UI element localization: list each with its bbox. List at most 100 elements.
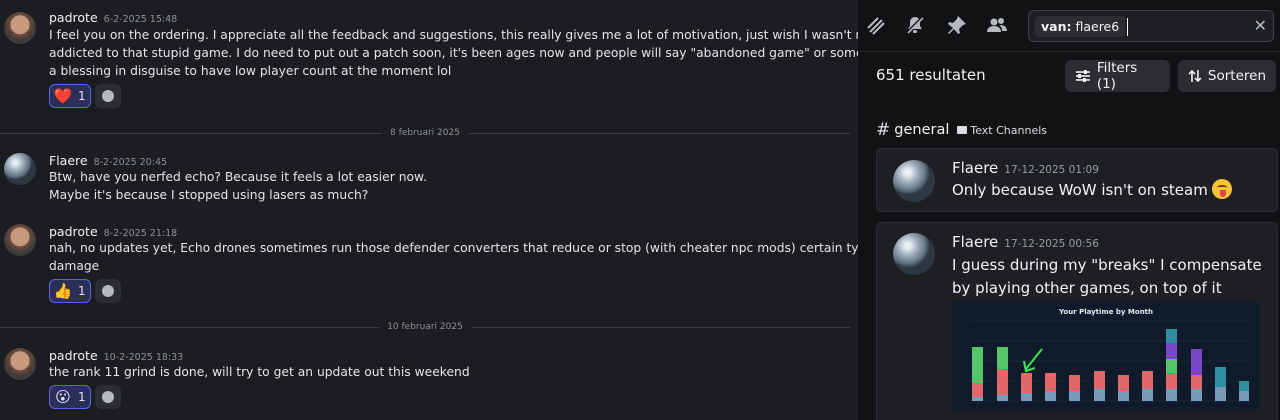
smile-icon — [102, 90, 114, 102]
add-reaction-button[interactable] — [95, 385, 121, 409]
sort-button[interactable]: Sorteren — [1178, 60, 1276, 92]
mute-icon[interactable] — [904, 14, 926, 36]
thumbs-up-icon: 👍 — [53, 281, 73, 300]
result-header: Flaere 17-12-2025 01:09 — [952, 159, 1099, 177]
filters-button[interactable]: Filters (1) — [1065, 60, 1170, 92]
reaction-count: 1 — [78, 390, 86, 404]
channel-name: general — [894, 122, 950, 138]
author-name[interactable]: Flaere — [49, 153, 88, 168]
reactions: ❤️ 1 — [49, 84, 121, 108]
threads-icon[interactable] — [864, 14, 886, 36]
result-text: I guess during my "breaks" I compensate … — [952, 254, 1262, 300]
reaction-count: 1 — [78, 89, 86, 103]
smile-icon — [102, 391, 114, 403]
message: Flaere 8-2-2025 20:45 Btw, have you nerfe… — [0, 151, 850, 207]
add-reaction-button[interactable] — [95, 279, 121, 303]
category-label: Text Channels — [970, 123, 1048, 137]
reaction-count: 1 — [78, 284, 86, 298]
results-count: 651 resultaten — [876, 66, 986, 84]
avatar[interactable] — [4, 153, 36, 185]
reaction-surprised[interactable]: 😮 1 — [49, 385, 91, 409]
author-name[interactable]: padrote — [49, 348, 98, 363]
reaction-heart[interactable]: ❤️ 1 — [49, 84, 91, 108]
text-caret — [1127, 18, 1128, 36]
message: padrote 8-2-2025 21:18 nah, no updates ye… — [0, 222, 858, 307]
close-icon[interactable]: ✕ — [1254, 18, 1267, 34]
chat-pane: padrote 6-2-2025 15:48 I feel you on the … — [0, 0, 858, 420]
search-result[interactable]: Flaere 17-12-2025 00:56 I guess during my… — [876, 222, 1278, 420]
reaction-thumbs-up[interactable]: 👍 1 — [49, 279, 91, 303]
sliders-icon — [1075, 70, 1090, 82]
channel-category: Text Channels — [957, 124, 1047, 137]
timestamp: 17-12-2025 00:56 — [1004, 238, 1099, 250]
date-divider: 10 februari 2025 — [0, 322, 850, 332]
reactions: 👍 1 — [49, 279, 121, 303]
members-icon[interactable] — [986, 14, 1008, 36]
search-input[interactable]: van: flaere6 ✕ — [1028, 10, 1274, 42]
message-line: Maybe it's because I stopped using laser… — [49, 188, 369, 202]
filter-value: flaere6 — [1075, 19, 1120, 34]
sort-label: Sorteren — [1207, 68, 1266, 84]
sort-icon — [1188, 69, 1202, 83]
message: padrote 10-2-2025 18:33 the rank 11 grind… — [0, 346, 850, 416]
author-name[interactable]: Flaere — [952, 159, 998, 177]
add-reaction-button[interactable] — [95, 84, 121, 108]
image-attachment[interactable]: Your Playtime by Month — [952, 301, 1260, 411]
message-line: addicted to that stupid game. I do need … — [49, 46, 858, 60]
divider-label: 10 februari 2025 — [379, 322, 471, 332]
author-name[interactable]: padrote — [49, 10, 98, 25]
timestamp: 8-2-2025 20:45 — [93, 157, 168, 168]
hashtag-icon: # — [876, 120, 891, 140]
search-pane: van: flaere6 ✕ 651 resultaten Filters (1… — [858, 0, 1280, 420]
folder-icon — [957, 126, 968, 134]
avatar[interactable] — [893, 233, 935, 275]
reactions: 😮 1 — [49, 385, 121, 409]
message-body: Btw, have you nerfed echo? Because it fe… — [49, 168, 839, 204]
message-header: Flaere 8-2-2025 20:45 — [49, 153, 167, 168]
date-divider: 8 februari 2025 — [0, 128, 850, 138]
attachment-title: Your Playtime by Month — [1058, 308, 1154, 316]
search-filter-chip[interactable]: van: flaere6 — [1035, 16, 1126, 37]
message-line: I feel you on the ordering. I appreciate… — [49, 28, 858, 42]
pin-icon[interactable] — [946, 14, 968, 36]
message-line: nah, no updates yet, Echo drones sometim… — [49, 241, 858, 255]
avatar[interactable] — [4, 12, 36, 44]
message-line: Only because WoW isn't on steam — [952, 181, 1208, 199]
search-toolbar: van: flaere6 ✕ — [858, 0, 1280, 52]
heart-icon: ❤️ — [53, 86, 73, 105]
message-body: the rank 11 grind is done, will try to g… — [49, 363, 839, 381]
filter-prefix: van: — [1041, 19, 1072, 34]
search-result[interactable]: Flaere 17-12-2025 01:09 Only because WoW … — [876, 148, 1278, 212]
message: padrote 6-2-2025 15:48 I feel you on the … — [0, 8, 858, 113]
message-line: the rank 11 grind is done, will try to g… — [49, 365, 470, 379]
message-header: padrote 8-2-2025 21:18 — [49, 224, 177, 239]
author-name[interactable]: Flaere — [952, 233, 998, 251]
smile-icon — [102, 285, 114, 297]
message-line: damage — [49, 259, 100, 273]
result-header: Flaere 17-12-2025 00:56 — [952, 233, 1099, 251]
timestamp: 10-2-2025 18:33 — [103, 352, 184, 363]
playtime-chart-image — [970, 320, 1250, 402]
app-root: padrote 6-2-2025 15:48 I feel you on the … — [0, 0, 1280, 420]
message-header: padrote 6-2-2025 15:48 — [49, 10, 177, 25]
message-header: padrote 10-2-2025 18:33 — [49, 348, 183, 363]
avatar[interactable] — [4, 224, 36, 256]
timestamp: 6-2-2025 15:48 — [103, 14, 178, 25]
message-line: a blessing in disguise to have low playe… — [49, 64, 452, 78]
message-line: Btw, have you nerfed echo? Because it fe… — [49, 170, 427, 184]
result-text: Only because WoW isn't on steam — [952, 179, 1232, 202]
surprised-face-icon: 😮 — [55, 387, 71, 406]
avatar[interactable] — [893, 160, 935, 202]
message-line: by playing other games, on top of it — [952, 279, 1222, 297]
timestamp: 8-2-2025 21:18 — [103, 228, 178, 239]
message-line: I guess during my "breaks" I compensate — [952, 256, 1262, 274]
filters-label: Filters (1) — [1096, 60, 1138, 92]
message-body: nah, no updates yet, Echo drones sometim… — [49, 239, 858, 275]
tongue-face-icon — [1211, 179, 1232, 199]
author-name[interactable]: padrote — [49, 224, 98, 239]
avatar[interactable] — [4, 348, 36, 380]
divider-label: 8 februari 2025 — [382, 128, 468, 138]
result-channel-header[interactable]: # general Text Channels — [876, 120, 1047, 140]
timestamp: 17-12-2025 01:09 — [1004, 164, 1099, 176]
message-body: I feel you on the ordering. I appreciate… — [49, 26, 858, 80]
